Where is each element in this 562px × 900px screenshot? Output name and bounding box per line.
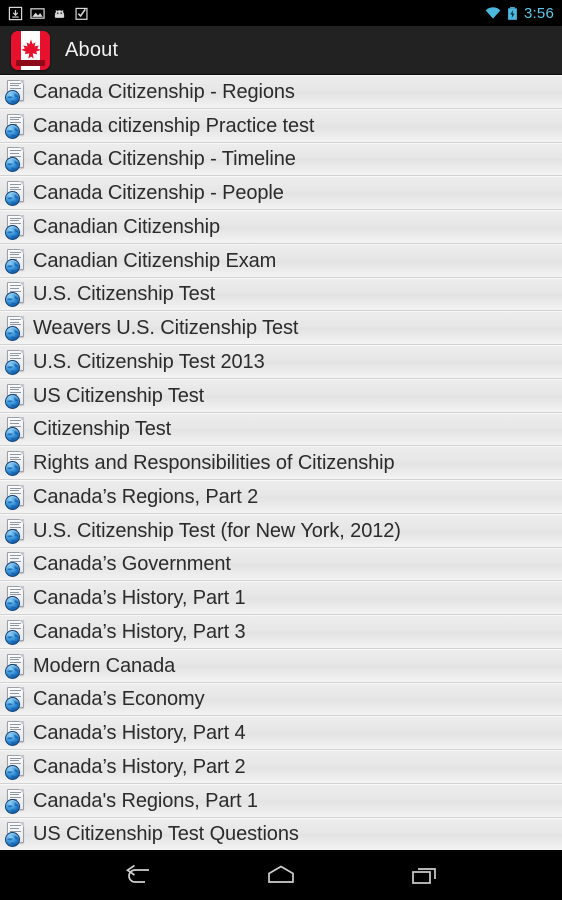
list-item[interactable]: Canada’s History, Part 4 [0, 716, 562, 750]
action-bar: About [0, 26, 562, 75]
list-item[interactable]: Canada’s Government [0, 547, 562, 582]
home-icon [268, 865, 294, 883]
list-item[interactable]: Canada Citizenship - Timeline [0, 142, 562, 177]
clipboard-check-icon [75, 7, 88, 20]
list-item-label: Canada’s History, Part 4 [33, 722, 246, 745]
html-document-globe-icon [4, 383, 29, 409]
list-item-label: US Citizenship Test [33, 384, 205, 407]
html-document-globe-icon [4, 821, 29, 848]
list-item-label: U.S. Citizenship Test 2013 [33, 350, 265, 373]
list-item-label: Canada’s Government [33, 553, 231, 576]
list-item[interactable]: Citizenship Test [0, 412, 562, 447]
html-document-globe-icon [4, 450, 29, 477]
html-document-globe-icon [4, 686, 29, 713]
list-item-label: Canada’s History, Part 2 [33, 755, 246, 778]
list-item[interactable]: Canada’s History, Part 3 [0, 615, 562, 649]
html-document-globe-icon [4, 113, 29, 139]
html-document-globe-icon [4, 281, 29, 308]
page-title: About [65, 38, 119, 61]
status-notification-icons [8, 6, 89, 21]
list-item-label: Canada’s Economy [33, 688, 205, 711]
wifi-icon [485, 6, 501, 19]
list-item-label: U.S. Citizenship Test (for New York, 201… [33, 519, 401, 542]
html-document-globe-icon [4, 720, 29, 747]
html-document-globe-icon [4, 180, 29, 207]
list-item[interactable]: Canadian Citizenship [0, 210, 562, 244]
list-item-label: Rights and Responsibilities of Citizensh… [33, 452, 395, 475]
list-item[interactable]: US Citizenship Test Questions [0, 817, 562, 850]
list-item-label: Canadian Citizenship Exam [33, 249, 277, 272]
list-item-label: Modern Canada [33, 654, 176, 677]
canada-flag-icon[interactable] [11, 30, 50, 70]
list-item-label: Canada Citizenship - People [33, 182, 284, 205]
html-document-globe-icon [4, 349, 29, 375]
html-document-globe-icon [4, 315, 29, 342]
html-document-globe-icon [4, 754, 29, 780]
list-item[interactable]: US Citizenship Test [0, 378, 562, 413]
content-list[interactable]: Canada Citizenship - Regions Canada citiz… [0, 75, 562, 850]
html-document-globe-icon [4, 79, 29, 105]
html-document-globe-icon [4, 518, 29, 544]
html-document-globe-icon [4, 248, 29, 274]
android-screen: 3:56 About Canada Citizenship - Regions C… [0, 0, 562, 900]
list-item[interactable]: Weavers U.S. Citizenship Test [0, 311, 562, 345]
list-item-label: Canada's Regions, Part 1 [33, 789, 258, 812]
list-item[interactable]: Canadian Citizenship Exam [0, 243, 562, 278]
html-document-globe-icon [4, 653, 29, 679]
status-system-icons: 3:56 [484, 6, 554, 21]
html-document-globe-icon [4, 416, 29, 443]
list-item[interactable]: Canada’s Regions, Part 2 [0, 480, 562, 514]
navigation-bar [0, 850, 562, 900]
home-button[interactable] [252, 853, 310, 897]
html-document-globe-icon [4, 551, 29, 578]
html-document-globe-icon [4, 585, 29, 612]
list-item-label: US Citizenship Test Questions [33, 823, 299, 846]
list-item-label: Weavers U.S. Citizenship Test [33, 317, 299, 340]
icon-label-bar [16, 59, 45, 66]
list-item[interactable]: U.S. Citizenship Test (for New York, 201… [0, 513, 562, 548]
list-item-label: Canada’s History, Part 3 [33, 620, 246, 643]
list-item-label: U.S. Citizenship Test [33, 283, 216, 306]
list-item-label: Canada’s History, Part 1 [33, 587, 246, 610]
image-icon [30, 7, 45, 19]
list-item[interactable]: U.S. Citizenship Test 2013 [0, 345, 562, 379]
list-item[interactable]: Canada Citizenship - People [0, 176, 562, 210]
android-head-icon [54, 9, 65, 18]
list-item[interactable]: U.S. Citizenship Test [0, 277, 562, 312]
list-item[interactable]: Canada citizenship Practice test [0, 108, 562, 143]
back-button[interactable] [108, 853, 166, 897]
battery-charging-icon [508, 6, 517, 20]
back-icon [125, 864, 149, 883]
recents-icon [412, 868, 436, 884]
recents-button[interactable] [396, 853, 454, 897]
html-document-globe-icon [4, 484, 29, 510]
html-document-globe-icon [4, 214, 29, 240]
html-document-globe-icon [4, 619, 29, 645]
maple-leaf-shape [20, 39, 41, 59]
html-document-globe-icon [4, 146, 29, 173]
list-item-label: Canada’s Regions, Part 2 [33, 485, 259, 508]
list-item[interactable]: Canada's Regions, Part 1 [0, 783, 562, 818]
list-item[interactable]: Canada’s History, Part 2 [0, 750, 562, 784]
list-item-label: Canada Citizenship - Timeline [33, 148, 296, 171]
list-item-label: Canada Citizenship - Regions [33, 80, 295, 103]
list-item-label: Canada citizenship Practice test [33, 114, 315, 137]
list-item[interactable]: Rights and Responsibilities of Citizensh… [0, 446, 562, 480]
list-item-label: Canadian Citizenship [33, 215, 221, 238]
list-item-label: Citizenship Test [33, 418, 172, 441]
status-clock: 3:56 [524, 4, 554, 22]
download-icon [8, 6, 23, 20]
list-item[interactable]: Canada’s History, Part 1 [0, 581, 562, 615]
list-item[interactable]: Modern Canada [0, 648, 562, 683]
status-bar: 3:56 [0, 0, 562, 26]
list-item[interactable]: Canada’s Economy [0, 682, 562, 717]
list-item[interactable]: Canada Citizenship - Regions [0, 75, 562, 109]
html-document-globe-icon [4, 788, 29, 814]
